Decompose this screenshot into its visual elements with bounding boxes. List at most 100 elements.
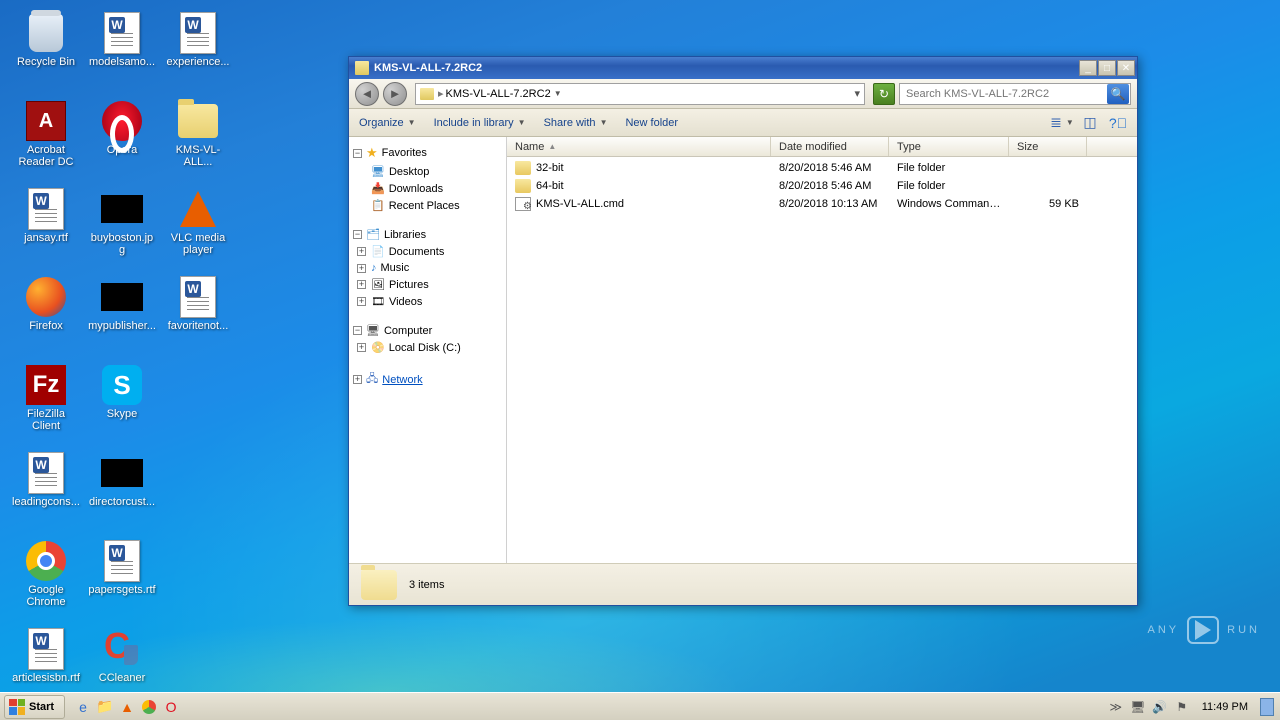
network-icon: 🖧	[366, 370, 378, 389]
desktop-icon-mypublisher-[interactable]: mypublisher...	[86, 270, 158, 350]
tray-network-icon[interactable]: 🖥	[1130, 699, 1146, 715]
help-icon[interactable]: ?⃝	[1109, 114, 1127, 132]
preview-pane-icon[interactable]: ◫	[1081, 114, 1099, 132]
view-options-icon[interactable]: ≣ ▼	[1053, 114, 1071, 132]
desktop-icon-recycle-bin[interactable]: Recycle Bin	[10, 6, 82, 86]
desktop-icon-vlc-media-player[interactable]: VLC media player	[162, 182, 234, 262]
back-button[interactable]: ◄	[355, 82, 379, 106]
desktop-icon-articlesisbn-rtf[interactable]: articlesisbn.rtf	[10, 622, 82, 702]
window-title: KMS-VL-ALL-7.2RC2	[374, 62, 1078, 74]
quick-launch: e 📁 ▲ O	[73, 697, 181, 717]
taskbar: Start e 📁 ▲ O ≫ 🖥 🔊 ⚑ 11:49 PM	[0, 692, 1280, 720]
file-row[interactable]: KMS-VL-ALL.cmd8/20/2018 10:13 AMWindows …	[507, 195, 1137, 213]
column-type[interactable]: Type	[889, 137, 1009, 156]
tray-volume-icon[interactable]: 🔊	[1152, 699, 1168, 715]
desktop-icon-ccleaner[interactable]: CCleaner	[86, 622, 158, 702]
column-size[interactable]: Size	[1009, 137, 1087, 156]
desktop-icon-papersgets-rtf[interactable]: papersgets.rtf	[86, 534, 158, 614]
libraries-header[interactable]: −🗂Libraries	[353, 226, 502, 243]
close-button[interactable]: ✕	[1117, 60, 1135, 76]
ie-icon[interactable]: e	[73, 697, 93, 717]
navigation-pane: −★Favorites 🖥Desktop 📥Downloads 📋Recent …	[349, 137, 507, 563]
network-header[interactable]: +🖧Network	[353, 368, 502, 391]
refresh-button[interactable]: ↻	[873, 83, 895, 105]
desktop-icon-favoritenot-[interactable]: favoritenot...	[162, 270, 234, 350]
file-list-pane: Name▲ Date modified Type Size 32-bit8/20…	[507, 137, 1137, 563]
desktop-icon-buyboston-jpg[interactable]: buyboston.jpg	[86, 182, 158, 262]
maximize-button[interactable]: □	[1098, 60, 1116, 76]
column-modified[interactable]: Date modified	[771, 137, 889, 156]
nav-bar: ◄ ► ▸ KMS-VL-ALL-7.2RC2 ▼ ▾ ↻ 🔍	[349, 79, 1137, 109]
tray-chevron-icon[interactable]: ≫	[1108, 699, 1124, 715]
column-name[interactable]: Name▲	[507, 137, 771, 156]
organize-menu[interactable]: Organize▼	[359, 117, 416, 129]
breadcrumb[interactable]: KMS-VL-ALL-7.2RC2	[446, 88, 551, 100]
desktop-icon-google-chrome[interactable]: Google Chrome	[10, 534, 82, 614]
search-input[interactable]	[900, 88, 1107, 100]
desktop[interactable]: Recycle Bin AAcrobat Reader DC jansay.rtf F…	[0, 0, 1280, 692]
column-headers: Name▲ Date modified Type Size	[507, 137, 1137, 157]
vlc-icon[interactable]: ▲	[117, 697, 137, 717]
folder-icon	[515, 179, 531, 193]
file-row[interactable]: 32-bit8/20/2018 5:46 AMFile folder	[507, 159, 1137, 177]
desktop-icons-grid: Recycle Bin AAcrobat Reader DC jansay.rtf F…	[0, 0, 300, 660]
sidebar-downloads[interactable]: 📥Downloads	[353, 180, 502, 197]
forward-button[interactable]: ►	[383, 82, 407, 106]
folder-icon	[515, 161, 531, 175]
desktop-icon-firefox[interactable]: Firefox	[10, 270, 82, 350]
system-tray: ≫ 🖥 🔊 ⚑ 11:49 PM	[1108, 698, 1280, 716]
sidebar-pictures[interactable]: +🖼Pictures	[353, 276, 502, 293]
sidebar-recent-places[interactable]: 📋Recent Places	[353, 197, 502, 214]
sidebar-videos[interactable]: +🎞Videos	[353, 293, 502, 310]
windows-logo-icon	[9, 699, 25, 715]
computer-header[interactable]: −🖥Computer	[353, 322, 502, 339]
folder-icon	[355, 61, 369, 75]
opera-icon[interactable]: O	[161, 697, 181, 717]
desktop-icon-opera[interactable]: Opera	[86, 94, 158, 174]
status-text: 3 items	[409, 579, 444, 591]
search-icon[interactable]: 🔍	[1107, 84, 1129, 104]
show-desktop-button[interactable]	[1260, 698, 1274, 716]
desktop-icon-skype[interactable]: SSkype	[86, 358, 158, 438]
sidebar-documents[interactable]: +📄Documents	[353, 243, 502, 260]
sidebar-desktop[interactable]: 🖥Desktop	[353, 163, 502, 180]
file-list[interactable]: 32-bit8/20/2018 5:46 AMFile folder64-bit…	[507, 157, 1137, 563]
start-button[interactable]: Start	[4, 695, 65, 719]
title-bar[interactable]: KMS-VL-ALL-7.2RC2 _ □ ✕	[349, 57, 1137, 79]
command-bar: Organize▼ Include in library▼ Share with…	[349, 109, 1137, 137]
folder-icon	[361, 570, 397, 600]
desktop-icon-acrobat-reader-dc[interactable]: AAcrobat Reader DC	[10, 94, 82, 174]
watermark-brand: ANY	[1148, 624, 1180, 636]
new-folder-button[interactable]: New folder	[625, 117, 678, 129]
file-row[interactable]: 64-bit8/20/2018 5:46 AMFile folder	[507, 177, 1137, 195]
libraries-icon: 🗂	[366, 228, 380, 241]
desktop-icon-modelsamo-[interactable]: modelsamo...	[86, 6, 158, 86]
cmd-icon	[515, 197, 531, 211]
desktop-icon-directorcust-[interactable]: directorcust...	[86, 446, 158, 526]
desktop-icon-experience-[interactable]: experience...	[162, 6, 234, 86]
details-pane: 3 items	[349, 563, 1137, 605]
play-icon	[1187, 616, 1219, 644]
watermark-suffix: RUN	[1227, 624, 1260, 636]
chrome-icon[interactable]	[139, 697, 159, 717]
taskbar-clock[interactable]: 11:49 PM	[1196, 701, 1254, 713]
include-library-menu[interactable]: Include in library▼	[434, 117, 526, 129]
desktop-icon-kms-vl-all-[interactable]: KMS-VL-ALL...	[162, 94, 234, 174]
desktop-icon-jansay-rtf[interactable]: jansay.rtf	[10, 182, 82, 262]
explorer-window: KMS-VL-ALL-7.2RC2 _ □ ✕ ◄ ► ▸ KMS-VL-ALL…	[348, 56, 1138, 606]
computer-icon: 🖥	[366, 324, 380, 337]
desktop-icon-leadingcons-[interactable]: leadingcons...	[10, 446, 82, 526]
search-box[interactable]: 🔍	[899, 83, 1131, 105]
watermark: ANY RUN	[1148, 616, 1260, 644]
address-bar[interactable]: ▸ KMS-VL-ALL-7.2RC2 ▼ ▾	[415, 83, 865, 105]
sidebar-local-disk[interactable]: +📀Local Disk (C:)	[353, 339, 502, 356]
address-dropdown-icon[interactable]: ▾	[854, 87, 860, 100]
folder-icon	[420, 88, 434, 100]
share-with-menu[interactable]: Share with▼	[544, 117, 608, 129]
tray-flag-icon[interactable]: ⚑	[1174, 699, 1190, 715]
favorites-header[interactable]: −★Favorites	[353, 143, 502, 163]
sidebar-music[interactable]: +♪Music	[353, 260, 502, 276]
explorer-icon[interactable]: 📁	[95, 697, 115, 717]
desktop-icon-filezilla-client[interactable]: FzFileZilla Client	[10, 358, 82, 438]
minimize-button[interactable]: _	[1079, 60, 1097, 76]
